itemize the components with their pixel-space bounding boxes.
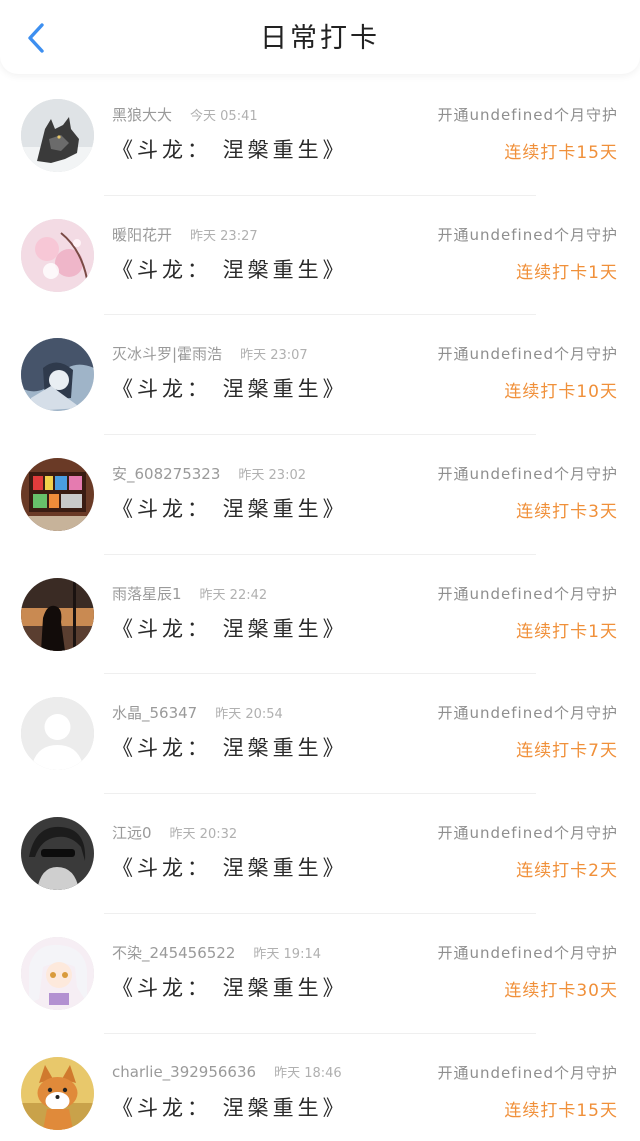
checkin-time: 昨天 22:42: [199, 587, 268, 603]
streak-badge: 连续打卡15天: [504, 1100, 618, 1121]
book-title[interactable]: 《斗龙： 涅槃重生》: [112, 493, 348, 523]
username[interactable]: 暖阳花开: [112, 226, 172, 244]
guard-status: 开通undefined个月守护: [437, 106, 618, 124]
list-item[interactable]: 江远0 昨天 20:32 《斗龙： 涅槃重生》 开通undefined个月守护 连…: [0, 794, 640, 914]
guard-status: 开通undefined个月守护: [437, 1063, 618, 1082]
checkin-time: 昨天 19:14: [253, 946, 322, 962]
list-item[interactable]: charlie_392956636 昨天 18:46 《斗龙： 涅槃重生》 开通u…: [0, 1033, 640, 1141]
list-item[interactable]: 水晶_56347 昨天 20:54 《斗龙： 涅槃重生》 开通undefined个…: [0, 674, 640, 795]
guard-status: 开通undefined个月守护: [437, 704, 618, 723]
checkin-page: 日常打卡 黑狼大大 今天 05:41 《斗龙： 涅槃重生》 开通undefined…: [0, 0, 640, 1141]
streak-badge: 连续打卡1天: [516, 621, 618, 642]
user-meta: 不染_245456522 昨天 19:14: [112, 942, 321, 963]
avatar[interactable]: [21, 218, 94, 292]
user-meta: 安_608275323 昨天 23:02: [112, 463, 306, 484]
page-title: 日常打卡: [260, 23, 380, 54]
list-item[interactable]: 安_608275323 昨天 23:02 《斗龙： 涅槃重生》 开通undefin…: [0, 435, 640, 555]
book-title[interactable]: 《斗龙： 涅槃重生》: [112, 613, 348, 643]
checkin-time: 昨天 23:07: [240, 348, 308, 364]
checkin-time: 昨天 20:54: [215, 707, 283, 723]
user-meta: charlie_392956636 昨天 18:46: [112, 1062, 342, 1081]
checkin-list: 黑狼大大 今天 05:41 《斗龙： 涅槃重生》 开通undefined个月守护 …: [0, 76, 640, 1141]
checkin-time: 昨天 23:02: [238, 468, 307, 484]
streak-badge: 连续打卡30天: [504, 980, 618, 1001]
book-title[interactable]: 《斗龙： 涅槃重生》: [112, 1092, 348, 1122]
username[interactable]: 雨落星辰1: [112, 585, 182, 603]
top-bar: 日常打卡: [0, 0, 640, 74]
book-title[interactable]: 《斗龙： 涅槃重生》: [112, 732, 348, 762]
guard-status: 开通undefined个月守护: [437, 225, 618, 244]
book-title[interactable]: 《斗龙： 涅槃重生》: [112, 254, 348, 284]
list-item[interactable]: 不染_245456522 昨天 19:14 《斗龙： 涅槃重生》 开通undefi…: [0, 913, 640, 1034]
user-meta: 雨落星辰1 昨天 22:42: [112, 583, 267, 604]
user-meta: 黑狼大大 今天 05:41: [112, 104, 258, 125]
avatar[interactable]: [21, 458, 94, 532]
guard-status: 开通undefined个月守护: [437, 824, 618, 843]
username[interactable]: 安_608275323: [112, 465, 220, 483]
streak-badge: 连续打卡10天: [504, 382, 618, 403]
user-meta: 暖阳花开 昨天 23:27: [112, 224, 258, 245]
username[interactable]: charlie_392956636: [112, 1063, 256, 1081]
checkin-time: 昨天 23:27: [190, 228, 258, 244]
list-item[interactable]: 雨落星辰1 昨天 22:42 《斗龙： 涅槃重生》 开通undefined个月守护…: [0, 554, 640, 675]
avatar[interactable]: [21, 936, 94, 1010]
book-title[interactable]: 《斗龙： 涅槃重生》: [112, 972, 348, 1002]
streak-badge: 连续打卡2天: [516, 861, 618, 882]
user-meta: 灭冰斗罗|霍雨浩 昨天 23:07: [112, 343, 308, 364]
list-item[interactable]: 暖阳花开 昨天 23:27 《斗龙： 涅槃重生》 开通undefined个月守护 …: [0, 195, 640, 316]
book-title[interactable]: 《斗龙： 涅槃重生》: [112, 373, 348, 403]
username[interactable]: 黑狼大大: [112, 106, 172, 124]
avatar[interactable]: [21, 338, 94, 412]
username[interactable]: 灭冰斗罗|霍雨浩: [112, 345, 222, 363]
book-title[interactable]: 《斗龙： 涅槃重生》: [112, 134, 348, 164]
guard-status: 开通undefined个月守护: [437, 943, 618, 962]
avatar[interactable]: [21, 577, 94, 651]
list-item[interactable]: 黑狼大大 今天 05:41 《斗龙： 涅槃重生》 开通undefined个月守护 …: [0, 76, 640, 196]
username[interactable]: 不染_245456522: [112, 944, 235, 962]
book-title[interactable]: 《斗龙： 涅槃重生》: [112, 852, 348, 882]
avatar[interactable]: [21, 1056, 94, 1130]
streak-badge: 连续打卡1天: [516, 262, 618, 283]
user-meta: 水晶_56347 昨天 20:54: [112, 702, 283, 723]
checkin-time: 昨天 18:46: [274, 1065, 342, 1081]
list-item[interactable]: 灭冰斗罗|霍雨浩 昨天 23:07 《斗龙： 涅槃重生》 开通undefined个…: [0, 315, 640, 436]
checkin-time: 今天 05:41: [190, 109, 258, 124]
avatar[interactable]: [21, 99, 94, 172]
user-meta: 江远0 昨天 20:32: [112, 822, 237, 843]
avatar[interactable]: [21, 697, 94, 771]
streak-badge: 连续打卡7天: [516, 741, 618, 762]
streak-badge: 连续打卡3天: [516, 502, 618, 523]
streak-badge: 连续打卡15天: [504, 143, 618, 163]
avatar[interactable]: [21, 817, 94, 891]
guard-status: 开通undefined个月守护: [437, 465, 618, 484]
guard-status: 开通undefined个月守护: [437, 345, 618, 364]
username[interactable]: 水晶_56347: [112, 704, 197, 722]
checkin-time: 昨天 20:32: [169, 827, 238, 843]
username[interactable]: 江远0: [112, 824, 152, 842]
guard-status: 开通undefined个月守护: [437, 584, 618, 603]
